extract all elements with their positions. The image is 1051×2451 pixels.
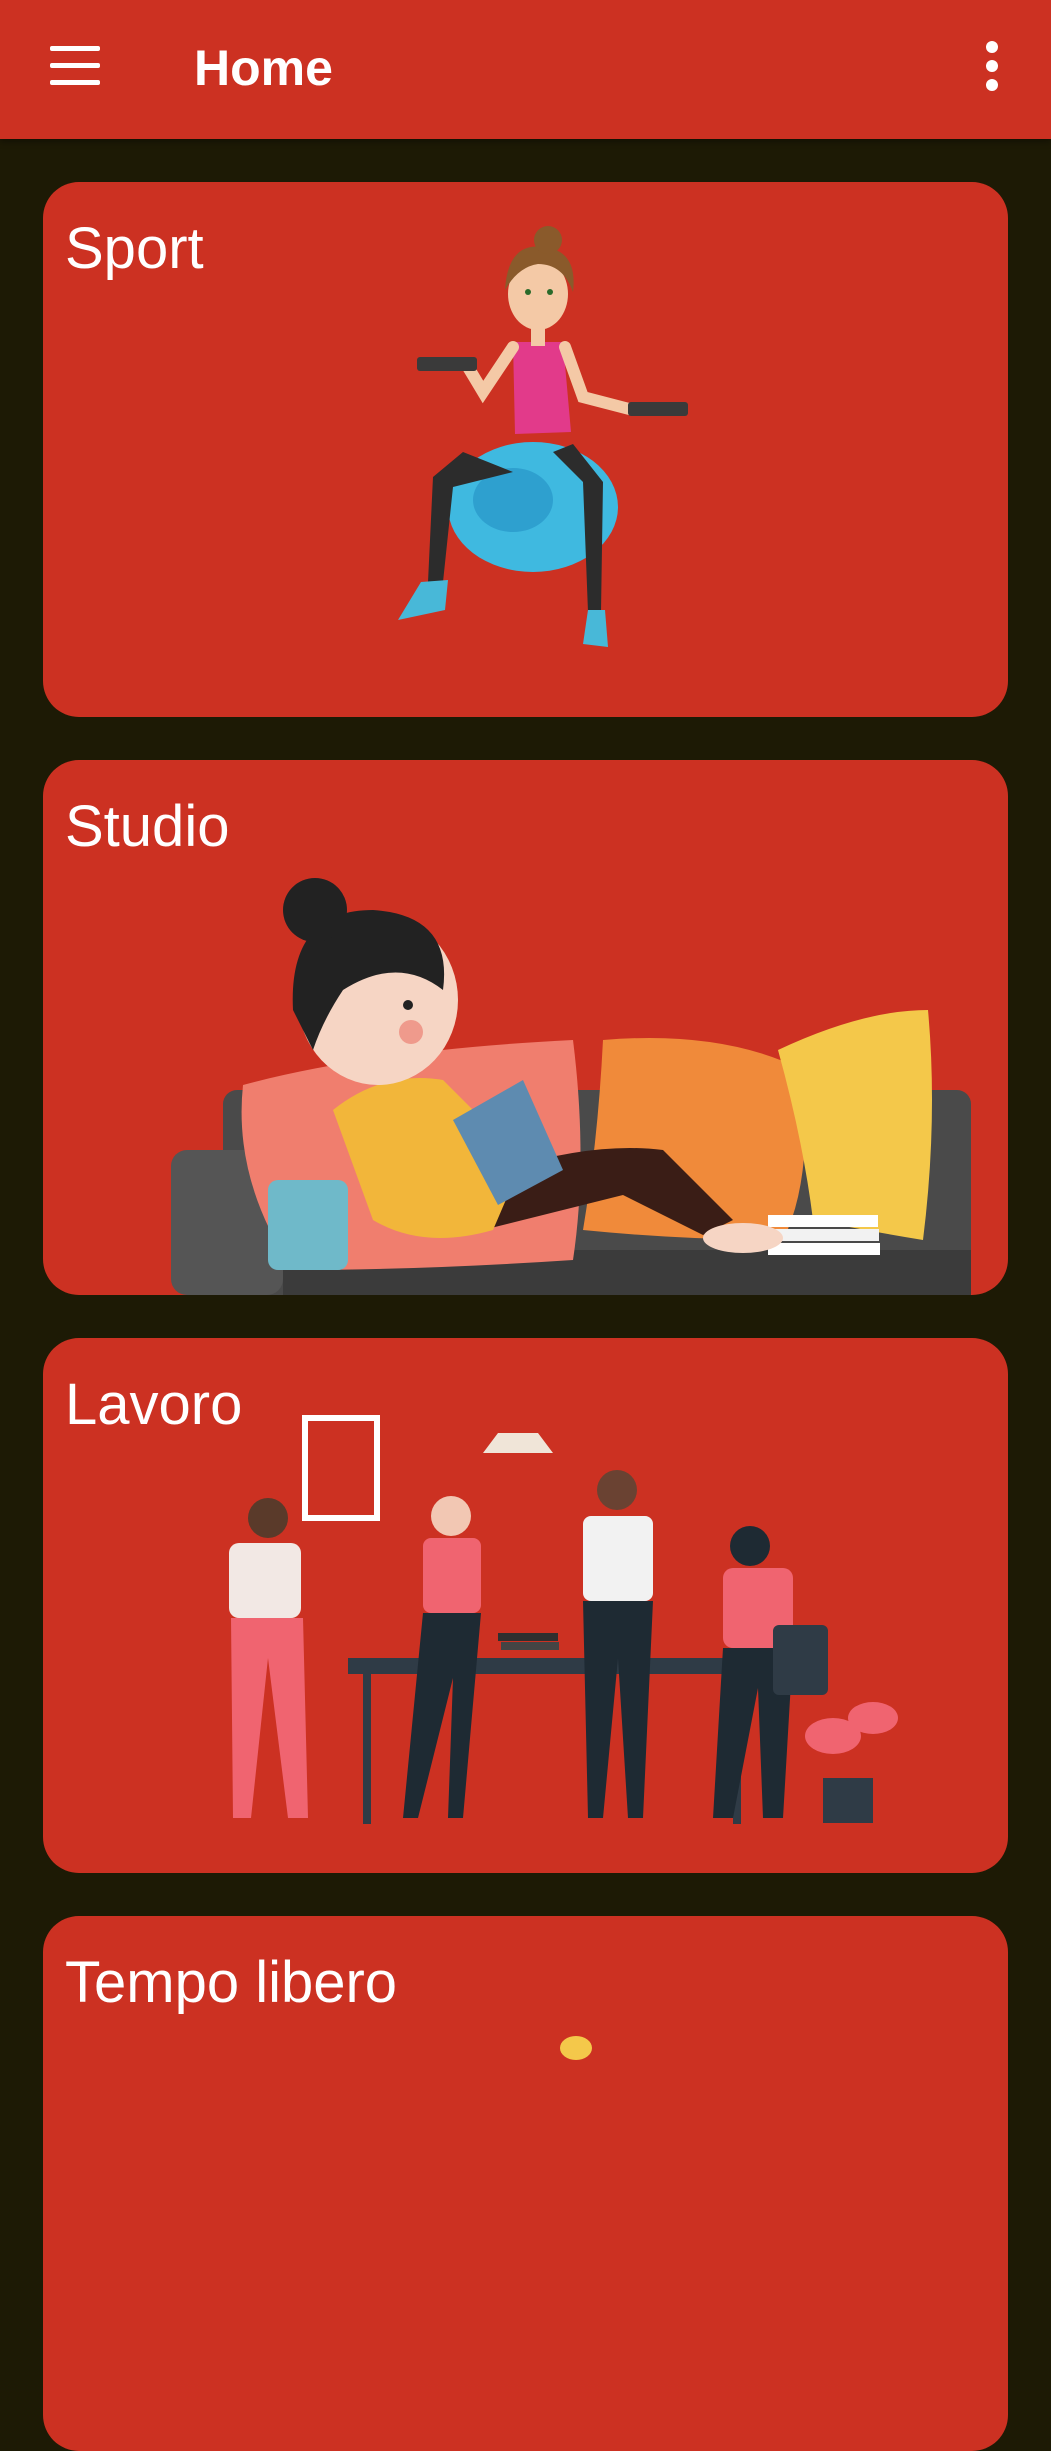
card-tempo-libero[interactable]: Tempo libero — [43, 1916, 1008, 2451]
card-title: Sport — [65, 216, 204, 281]
page-title: Home — [194, 40, 333, 96]
top-app-bar: Home — [0, 0, 1051, 139]
card-sport[interactable]: Sport — [43, 182, 1008, 717]
more-vert-icon — [986, 41, 998, 91]
card-title: Tempo libero — [65, 1950, 398, 2015]
menu-button[interactable] — [40, 38, 110, 94]
hamburger-menu-icon — [50, 46, 100, 85]
card-title: Lavoro — [65, 1372, 243, 1437]
card-lavoro[interactable]: Lavoro — [43, 1338, 1008, 1873]
overflow-menu-button[interactable] — [968, 34, 1016, 98]
card-title: Studio — [65, 794, 230, 859]
card-studio[interactable]: Studio — [43, 760, 1008, 1295]
